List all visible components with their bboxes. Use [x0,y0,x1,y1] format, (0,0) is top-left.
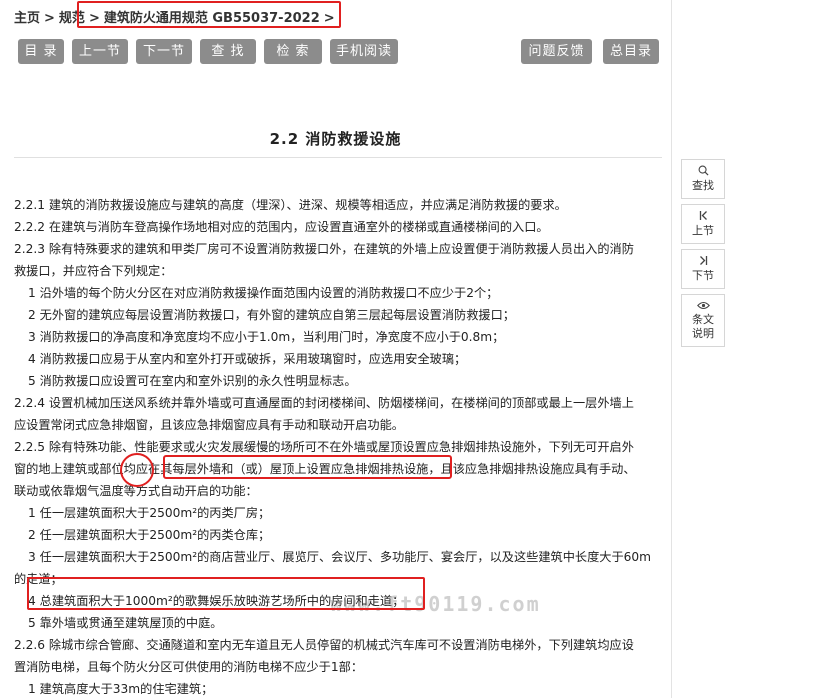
clause-2-2-5: 2.2.5 除有特殊功能、性能要求或火灾发展缓慢的场所可不在外墙或屋顶设置应急排… [14,440,634,454]
next-section-button[interactable]: 下一节 [136,39,192,64]
site-watermark: www.ft90119.com [330,592,541,616]
clause-item: 4 消防救援口应易于从室内和室外打开或破拆，采用玻璃窗时，应选用安全玻璃； [28,352,467,366]
feedback-button[interactable]: 问题反馈 [521,39,592,64]
side-prev-button[interactable]: 上节 [681,204,725,244]
prev-section-button[interactable]: 上一节 [72,39,128,64]
clause-item: 5 消防救援口应设置可在室内和室外识别的永久性明显标志。 [28,374,357,388]
breadcrumb-separator: > [44,11,55,26]
eye-icon [682,295,724,313]
side-find-button[interactable]: 查找 [681,159,725,199]
side-next-button[interactable]: 下节 [681,249,725,289]
clause-2-2-5-cont: 联动或依靠烟气温度等方式自动开启的功能： [14,484,258,498]
clause-item: 3 消防救援口的净高度和净宽度均不应小于1.0m，当利用门时，净宽度不应小于0.… [28,330,505,344]
side-next-label: 下节 [692,269,714,282]
clause-item: 1 建筑高度大于33m的住宅建筑； [28,682,214,696]
all-contents-button[interactable]: 总目录 [603,39,659,64]
clause-content: 2.2.1 建筑的消防救援设施应与建筑的高度（埋深）、进深、规模等相适应，并应满… [14,194,664,698]
clause-2-2-6: 2.2.6 除城市综合管廊、交通隧道和室内无车道且无人员停留的机械式汽车库可不设… [14,638,634,652]
clause-item: 1 任一层建筑面积大于2500m²的丙类厂房； [28,506,271,520]
mobile-read-button[interactable]: 手机阅读 [330,39,398,64]
side-explain-button[interactable]: 条文 说明 [681,294,725,347]
clause-item: 1 沿外墙的每个防火分区在对应消防救援操作面范围内设置的消防救援口不应少于2个； [28,286,499,300]
clause-item-cont: 的走道； [14,572,63,586]
magnifier-icon [682,160,724,179]
skip-up-icon [682,205,724,224]
clause-item: 2 无外窗的建筑应每层设置消防救援口，有外窗的建筑应自第三层起每层设置消防救援口… [28,308,515,322]
clause-item: 3 任一层建筑面积大于2500m²的商店营业厅、展览厅、会议厅、多功能厅、宴会厅… [28,550,652,564]
toolbar: 目 录 上一节 下一节 查 找 检 索 手机阅读 问题反馈 总目录 [0,39,671,65]
side-panel: 查找 上节 下节 条文 说明 [681,159,727,352]
clause-2-2-4-cont: 应设置常闭式应急排烟窗，且该应急排烟窗应具有手动和联动开启功能。 [14,418,404,432]
section-title: 2.2 消防救援设施 [269,130,402,148]
skip-down-icon [682,250,724,269]
clause-2-2-6-cont: 置消防电梯，且每个防火分区可供使用的消防电梯不应少于1部： [14,660,364,674]
title-divider [14,157,662,158]
side-explain-label-2: 说明 [692,327,714,340]
main-column: 主页 > 规范 > 建筑防火通用规范 GB55037-2022 > 目 录 上一节 下一节… [0,0,672,698]
clause-2-2-3-cont: 救援口，并应符合下列规定： [14,264,173,278]
side-find-label: 查找 [692,179,714,192]
clause-2-2-3: 2.2.3 除有特殊要求的建筑和甲类厂房可不设置消防救援口外，在建筑的外墙上应设… [14,242,634,256]
side-explain-label-1: 条文 [692,313,714,326]
clause-2-2-5-cont: 窗的地上建筑或部位均应在其每层外墙和（或）屋顶上设置应急排烟排热设施，且该应急排… [14,462,636,476]
clause-2-2-2: 2.2.2 在建筑与消防车登高操作场地相对应的范围内，应设置直通室外的楼梯或直通… [14,220,549,234]
clause-2-2-4: 2.2.4 设置机械加压送风系统并靠外墙或可直通屋面的封闭楼梯间、防烟楼梯间，在… [14,396,634,410]
clause-2-2-1: 2.2.1 建筑的消防救援设施应与建筑的高度（埋深）、进深、规模等相适应，并应满… [14,198,567,212]
search-button[interactable]: 检 索 [264,39,322,64]
breadcrumb-annotation-box [77,1,341,28]
side-prev-label: 上节 [692,224,714,237]
find-button[interactable]: 查 找 [200,39,256,64]
contents-button[interactable]: 目 录 [18,39,64,64]
clause-item: 2 任一层建筑面积大于2500m²的丙类仓库； [28,528,271,542]
breadcrumb-home[interactable]: 主页 [14,11,40,26]
